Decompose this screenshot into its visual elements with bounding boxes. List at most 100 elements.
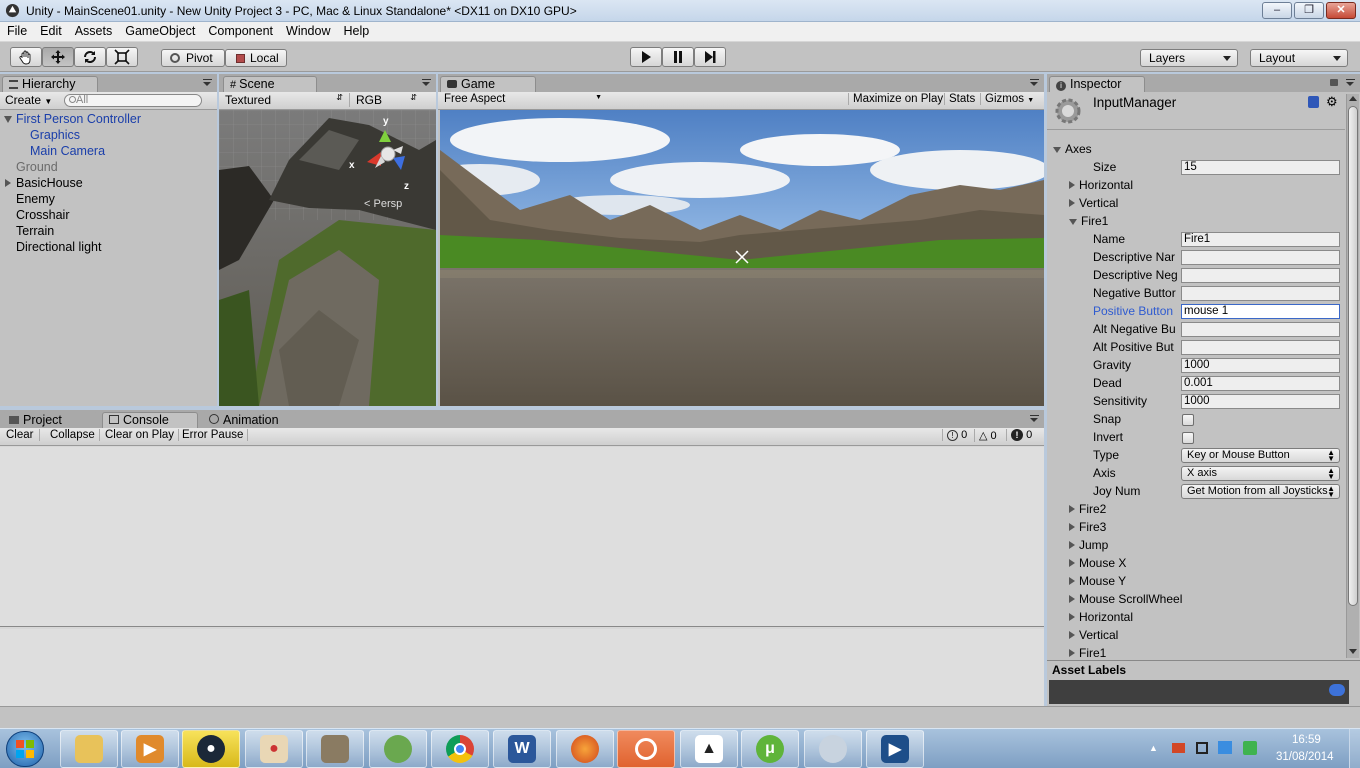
tab-inspector[interactable]: i Inspector [1049, 76, 1145, 92]
menu-file[interactable]: File [0, 22, 33, 38]
axis-mouse-scrollwheel-foldout[interactable]: Mouse ScrollWheel [1069, 592, 1182, 606]
taskbar-media[interactable]: ▶ [866, 730, 924, 768]
menu-assets[interactable]: Assets [68, 22, 119, 38]
taskbar-gimp[interactable] [306, 730, 364, 768]
dead-field[interactable]: 0.001 [1181, 376, 1340, 391]
axis-vertical-foldout[interactable]: Vertical [1069, 196, 1118, 210]
warn-count-toggle[interactable]: △ 0 [974, 429, 997, 442]
settings-gear-icon[interactable]: ⚙ [1326, 94, 1338, 110]
hierarchy-item-ground[interactable]: Ground [16, 160, 58, 174]
tray-dropbox-icon[interactable] [1218, 741, 1232, 754]
orientation-gizmo-icon[interactable] [367, 122, 419, 178]
menu-window[interactable]: Window [279, 22, 336, 38]
tab-console[interactable]: Console [102, 412, 198, 428]
menu-help[interactable]: Help [336, 22, 375, 38]
stats-toggle[interactable]: Stats [944, 93, 975, 105]
tab-game[interactable]: Game [440, 76, 536, 92]
tab-scene[interactable]: # Scene [223, 76, 317, 92]
tab-animation[interactable]: Animation [202, 412, 298, 428]
taskbar-word[interactable]: W [493, 730, 551, 768]
persp-label[interactable]: < Persp [364, 198, 402, 210]
scrollbar-thumb[interactable] [1348, 106, 1358, 606]
tab-hierarchy[interactable]: Hierarchy [2, 76, 98, 92]
error-count-toggle[interactable]: ! 0 [1006, 429, 1032, 441]
hierarchy-item-enemy[interactable]: Enemy [16, 192, 55, 206]
step-button[interactable] [694, 47, 726, 67]
name-field[interactable]: Fire1 [1181, 232, 1340, 247]
hierarchy-item-first-person-controller[interactable]: First Person Controller [16, 112, 141, 126]
taskbar-unity[interactable]: ▲ [680, 730, 738, 768]
tray-battery-icon[interactable] [1243, 741, 1257, 755]
snap-checkbox[interactable] [1182, 414, 1194, 426]
clear-button[interactable]: Clear [6, 429, 41, 441]
pause-button[interactable] [662, 47, 694, 67]
help-book-icon[interactable] [1308, 96, 1319, 108]
tray-flag-icon[interactable] [1172, 743, 1185, 753]
hand-tool-button[interactable] [10, 47, 42, 67]
positive-button-field[interactable]: mouse 1 [1181, 304, 1340, 319]
axis-fire2-foldout[interactable]: Fire2 [1069, 502, 1106, 516]
gizmos-dropdown[interactable]: Gizmos ▼ [980, 93, 1034, 105]
show-desktop-button[interactable] [1349, 729, 1360, 768]
asset-labels-area[interactable] [1049, 680, 1349, 704]
expand-triangle-icon[interactable] [4, 116, 12, 123]
game-viewport[interactable] [440, 110, 1044, 406]
collapse-triangle-icon[interactable] [5, 179, 11, 187]
scroll-up-icon[interactable] [1349, 96, 1357, 101]
taskbar-steam[interactable]: ● [182, 730, 240, 768]
size-field[interactable]: 15 [1181, 160, 1340, 175]
hierarchy-item-graphics[interactable]: Graphics [30, 128, 80, 142]
axes-foldout[interactable]: Axes [1053, 142, 1092, 156]
collapse-button[interactable]: Collapse [50, 429, 100, 441]
log-count-toggle[interactable]: ! 0 [942, 429, 967, 441]
scale-tool-button[interactable] [106, 47, 138, 67]
layers-dropdown[interactable]: Layers [1140, 49, 1238, 67]
aspect-dropdown[interactable]: Free Aspect ▼ [444, 93, 602, 105]
tray-expand-icon[interactable]: ▲ [1149, 743, 1158, 753]
axis-dropdown[interactable]: X axis ▲ ▼ [1181, 466, 1340, 481]
gravity-field[interactable]: 1000 [1181, 358, 1340, 373]
clock-time[interactable]: 16:59 [1292, 734, 1321, 746]
start-button[interactable] [6, 731, 44, 767]
console-detail-area[interactable] [0, 629, 1044, 706]
hierarchy-item-crosshair[interactable]: Crosshair [16, 208, 70, 222]
panel-menu-icon[interactable] [203, 79, 213, 87]
negative-buttor-field[interactable] [1181, 286, 1340, 301]
scroll-down-icon[interactable] [1349, 649, 1357, 654]
invert-checkbox[interactable] [1182, 432, 1194, 444]
sensitivity-field[interactable]: 1000 [1181, 394, 1340, 409]
joy-num-dropdown[interactable]: Get Motion from all Joysticks ▲ ▼ [1181, 484, 1340, 499]
maximize-on-play-toggle[interactable]: Maximize on Play [848, 93, 943, 105]
hierarchy-search-input[interactable]: All [64, 94, 202, 107]
panel-menu-icon[interactable] [1346, 79, 1356, 87]
axis-jump-foldout[interactable]: Jump [1069, 538, 1108, 552]
channel-dropdown[interactable]: RGB ⇵ [349, 93, 417, 107]
tray-network-icon[interactable] [1196, 742, 1208, 754]
panel-menu-icon[interactable] [422, 79, 432, 87]
inspector-scrollbar[interactable] [1346, 94, 1359, 658]
alt-positive-but-field[interactable] [1181, 340, 1340, 355]
hierarchy-item-terrain[interactable]: Terrain [16, 224, 54, 238]
hierarchy-item-directional-light[interactable]: Directional light [16, 240, 101, 254]
taskbar-app[interactable] [804, 730, 862, 768]
layout-dropdown[interactable]: Layout [1250, 49, 1348, 67]
panel-menu-icon[interactable] [1030, 415, 1040, 423]
panel-menu-icon[interactable] [1030, 79, 1040, 87]
axis-fire1-foldout[interactable]: Fire1 [1069, 646, 1106, 660]
axis-fire1-foldout[interactable]: Fire1 [1069, 214, 1108, 228]
tab-project[interactable]: Project [2, 412, 98, 428]
alt-negative-bu-field[interactable] [1181, 322, 1340, 337]
console-log-area[interactable] [0, 447, 1044, 627]
type-dropdown[interactable]: Key or Mouse Button ▲ ▼ [1181, 448, 1340, 463]
hierarchy-item-basichouse[interactable]: BasicHouse [16, 176, 83, 190]
taskbar-game[interactable] [369, 730, 427, 768]
move-tool-button[interactable] [42, 47, 74, 67]
play-button[interactable] [630, 47, 662, 67]
taskbar-explorer[interactable] [60, 730, 118, 768]
descriptive-neg-field[interactable] [1181, 268, 1340, 283]
error-pause-button[interactable]: Error Pause [182, 429, 249, 441]
clock-date[interactable]: 31/08/2014 [1276, 751, 1334, 763]
axis-mouse-y-foldout[interactable]: Mouse Y [1069, 574, 1126, 588]
menu-component[interactable]: Component [201, 22, 279, 38]
minimize-button[interactable]: – [1262, 2, 1292, 19]
